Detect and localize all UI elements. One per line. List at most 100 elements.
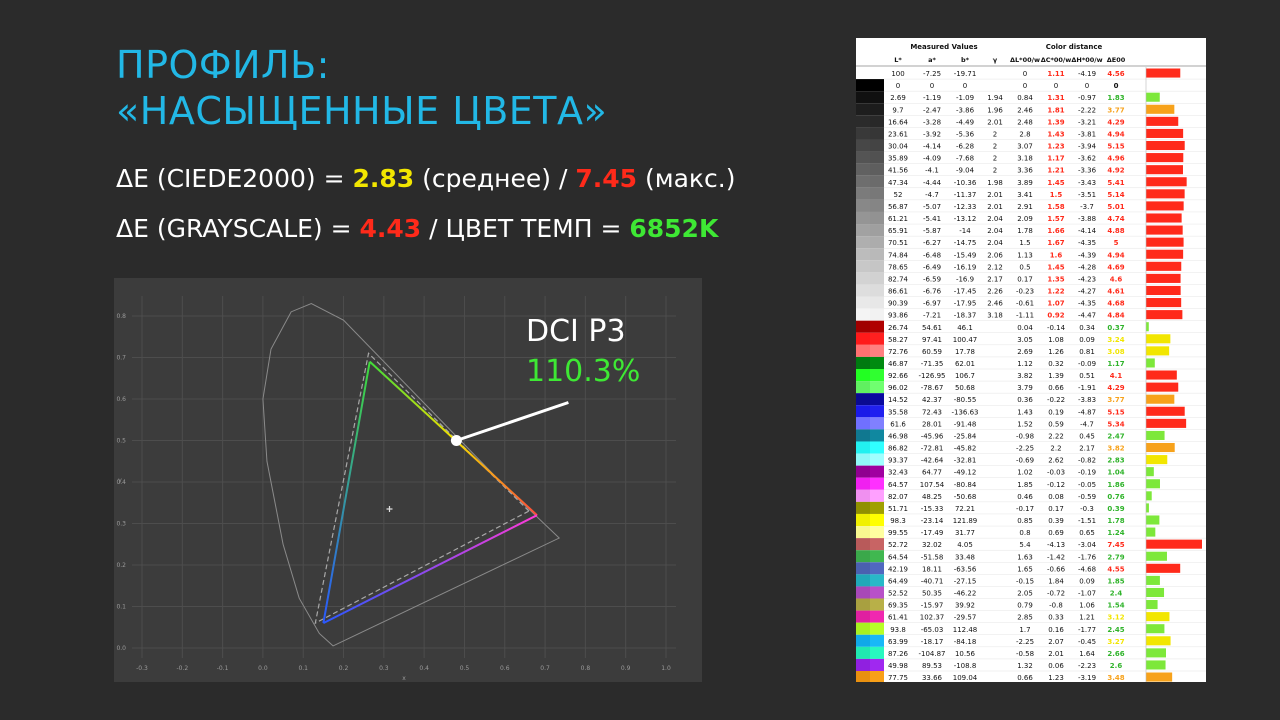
cell-delta-e: 0.37 (1107, 324, 1124, 332)
cell-delta-l: 1.13 (1017, 251, 1033, 259)
cell-delta-c: 0 (1054, 82, 1058, 90)
average-delta-e: 2.83 (352, 164, 415, 193)
swatch-measured (870, 501, 884, 514)
delta-e-bar (1146, 346, 1170, 356)
cell-delta-l: -0.61 (1016, 300, 1034, 308)
cell-delta-e: 2.4 (1110, 590, 1123, 598)
cell-l: 61.21 (888, 215, 908, 223)
swatch-reference (856, 248, 870, 261)
swatch-reference (856, 586, 870, 599)
stat-text: / ЦВЕТ ТЕМП = (421, 214, 630, 243)
cell-b: -27.15 (954, 577, 977, 585)
cell-b: 17.78 (955, 348, 975, 356)
cell-l: 46.98 (888, 432, 908, 440)
cell-delta-h: -3.04 (1078, 541, 1097, 549)
delta-e-bar (1146, 213, 1182, 223)
cell-b: 39.92 (955, 602, 975, 610)
swatch-measured (870, 211, 884, 225)
cell-delta-l: -2.25 (1016, 638, 1034, 646)
swatch-measured (870, 356, 884, 369)
swatch-measured (870, 260, 884, 273)
cell-a: -3.92 (923, 130, 941, 138)
cell-delta-c: 0.66 (1048, 384, 1064, 392)
cell-gamma: 2.46 (987, 300, 1003, 308)
swatch-measured (870, 308, 884, 321)
swatch-measured (870, 139, 884, 152)
cell-delta-e: 2.83 (1107, 457, 1124, 465)
cell-delta-e: 1.86 (1107, 481, 1124, 489)
delta-e-bar (1146, 370, 1177, 380)
cell-a: -7.21 (923, 312, 941, 320)
delta-e-bar (1146, 527, 1156, 537)
cell-a: -15.33 (921, 505, 944, 513)
x-axis-label: x (402, 675, 406, 682)
cell-l: 58.27 (888, 336, 908, 344)
cell-b: -29.57 (954, 614, 977, 622)
cell-l: 49.98 (888, 662, 908, 670)
cell-delta-l: 3.05 (1017, 336, 1033, 344)
cell-delta-h: 0.09 (1079, 577, 1095, 585)
cell-delta-e: 1.54 (1107, 602, 1124, 610)
edge-green-blue (322, 361, 371, 624)
swatch-measured (870, 344, 884, 357)
cell-b: 72.21 (955, 505, 975, 513)
swatch-measured (870, 562, 884, 575)
cell-a: 107.54 (920, 481, 945, 489)
cell-l: 14.52 (888, 396, 908, 404)
cell-delta-l: -0.17 (1016, 505, 1034, 513)
cell-gamma: 2 (993, 143, 997, 151)
swatch-measured (870, 634, 884, 647)
cell-delta-h: -3.7 (1080, 203, 1094, 211)
cell-a: -23.14 (921, 517, 944, 525)
delta-e-bar (1146, 479, 1160, 489)
cell-delta-h: -1.51 (1078, 517, 1096, 525)
cell-delta-h: -4.19 (1078, 70, 1096, 78)
delta-e-bar (1146, 310, 1183, 320)
swatch-reference (856, 224, 870, 237)
cell-b: 106.7 (955, 372, 975, 380)
cell-delta-c: 2.07 (1048, 638, 1064, 646)
cell-a: 60.59 (922, 348, 942, 356)
cell-delta-e: 3.24 (1107, 336, 1124, 344)
stat-text: (среднее) / (414, 164, 576, 193)
cell-delta-e: 4.88 (1107, 227, 1124, 235)
swatch-measured (870, 622, 884, 635)
cell-b: -108.8 (954, 662, 977, 670)
cell-delta-e: 4.68 (1107, 300, 1124, 308)
cell-a: -6.49 (923, 263, 941, 271)
cell-b: 50.68 (955, 384, 975, 392)
cell-a: 48.25 (922, 493, 942, 501)
delta-e-bar (1146, 587, 1165, 598)
swatch-reference (856, 67, 870, 80)
cell-delta-e: 5 (1114, 239, 1119, 247)
cell-delta-e: 4.56 (1107, 70, 1124, 78)
cell-delta-c: 0.16 (1048, 626, 1064, 634)
x-tick-label: 0.1 (298, 665, 308, 672)
swatch-reference (856, 332, 870, 345)
cell-l: 90.39 (888, 300, 908, 308)
cell-delta-e: 3.82 (1107, 445, 1124, 453)
color-temperature: 6852K (629, 214, 719, 243)
cell-delta-c: 0.17 (1048, 505, 1064, 513)
cell-delta-c: 0.92 (1047, 312, 1064, 320)
cell-delta-l: 0.17 (1017, 275, 1033, 283)
cell-b: -10.36 (954, 179, 977, 187)
cell-b: 100.47 (953, 336, 978, 344)
callout-line (455, 401, 569, 442)
delta-e-bar (1146, 382, 1179, 392)
swatch-reference (856, 550, 870, 563)
cell-delta-h: -3.81 (1078, 130, 1096, 138)
cell-delta-e: 5.34 (1107, 420, 1124, 428)
column-header: ΔH*00/w (1071, 56, 1102, 64)
cell-delta-e: 0.76 (1107, 493, 1124, 501)
cell-delta-e: 4.6 (1110, 275, 1123, 283)
cell-delta-e: 4.74 (1107, 215, 1124, 223)
swatch-reference (856, 369, 870, 382)
delta-e-bar (1146, 455, 1168, 465)
cell-delta-l: -0.23 (1016, 288, 1034, 296)
cell-l: 82.07 (888, 493, 908, 501)
cell-delta-e: 4.61 (1107, 288, 1124, 296)
cell-delta-l: 0.66 (1017, 674, 1033, 682)
swatch-measured (870, 465, 884, 478)
cell-a: -72.81 (921, 445, 944, 453)
